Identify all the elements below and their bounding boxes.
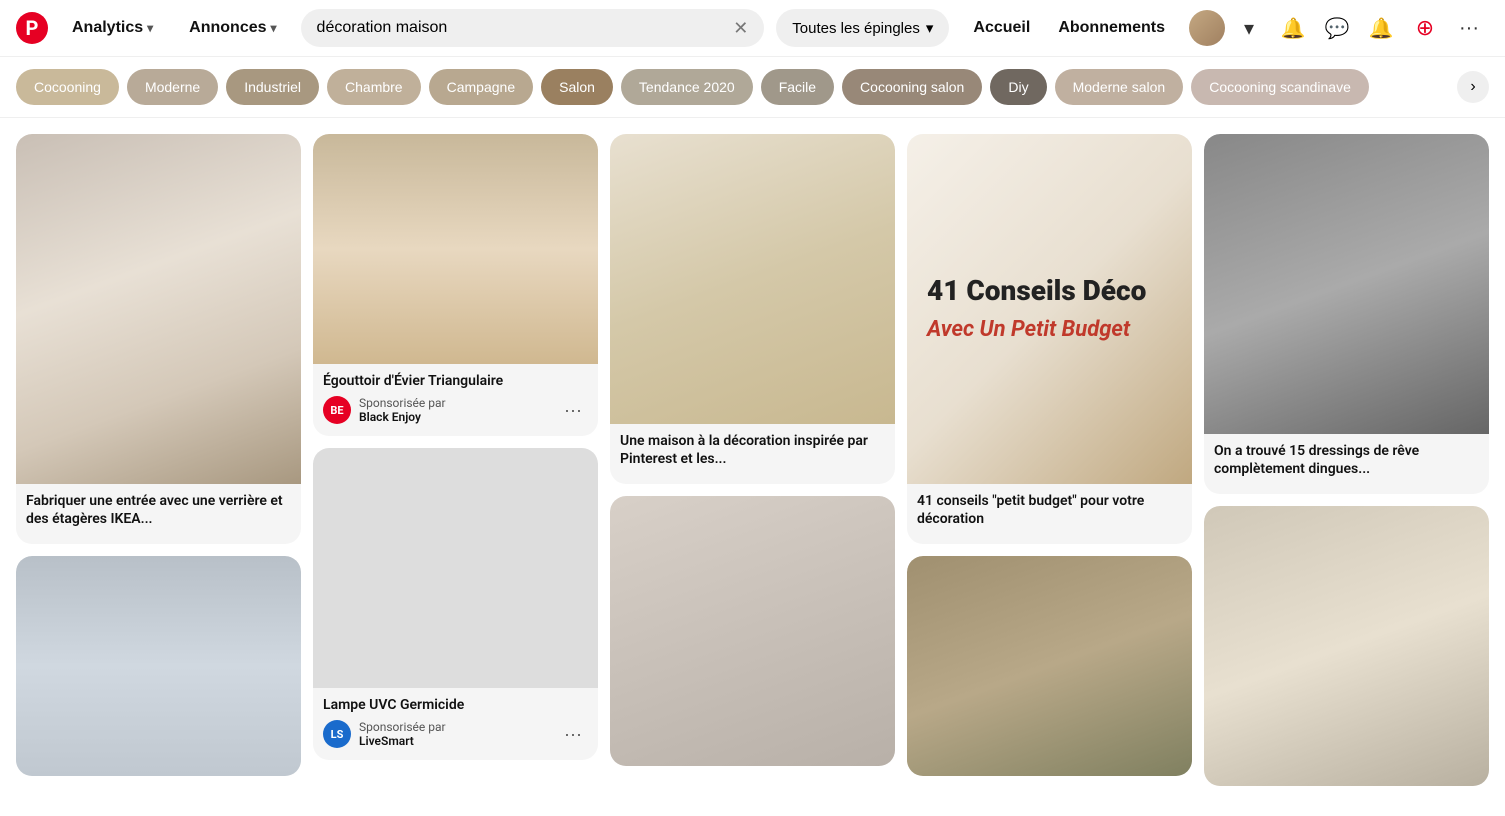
pin-content-dining: Une maison à la décoration inspirée par …: [610, 424, 895, 484]
annonces-chevron-icon: ▾: [271, 21, 277, 35]
pin-sponsor-info-lamp: LS Sponsorisée par LiveSmart: [323, 720, 446, 748]
tag-salon[interactable]: Salon: [541, 69, 613, 105]
tag-tendance2020[interactable]: Tendance 2020: [621, 69, 753, 105]
tags-row: Cocooning Moderne Industriel Chambre Cam…: [0, 57, 1505, 118]
tags-next-button[interactable]: ›: [1457, 71, 1489, 103]
pin-card-bookshelf[interactable]: On a trouvé 15 dressings de rêve complèt…: [1204, 134, 1489, 494]
pin-more-button-sink[interactable]: ···: [558, 398, 588, 423]
pin-title-bookshelf: On a trouvé 15 dressings de rêve complèt…: [1214, 442, 1479, 478]
deco-text-line1: 41 Conseils Déco: [927, 274, 1146, 308]
nav-links: Accueil Abonnements: [961, 11, 1177, 45]
pin-sponsor-name-sink: Black Enjoy: [359, 410, 446, 424]
accueil-link[interactable]: Accueil: [961, 11, 1042, 45]
pin-title-sink: Égouttoir d'Évier Triangulaire: [323, 372, 588, 390]
pin-title-dining: Une maison à la décoration inspirée par …: [620, 432, 885, 468]
pin-sponsor-sink: BE Sponsorisée par Black Enjoy ···: [323, 396, 588, 424]
analytics-label: Analytics: [72, 19, 143, 37]
pin-content-deco-text: 41 conseils "petit budget" pour votre dé…: [907, 484, 1192, 544]
deco-text-line2: Avec Un Petit Budget: [927, 316, 1130, 345]
pin-sponsor-lamp: LS Sponsorisée par LiveSmart ···: [323, 720, 588, 748]
tag-moderne-salon[interactable]: Moderne salon: [1055, 69, 1184, 105]
tag-cocooning-scandinave[interactable]: Cocooning scandinave: [1191, 69, 1369, 105]
dropdown-icon-button[interactable]: ▾: [1229, 8, 1269, 48]
annonces-label: Annonces: [189, 19, 266, 37]
tag-campagne[interactable]: Campagne: [429, 69, 534, 105]
tag-moderne[interactable]: Moderne: [127, 69, 218, 105]
pin-card-desk[interactable]: [1204, 506, 1489, 786]
pin-card-bedroom[interactable]: [610, 496, 895, 766]
pin-more-button-lamp[interactable]: ···: [558, 722, 588, 747]
pin-content-hallway: Fabriquer une entrée avec une verrière e…: [16, 484, 301, 544]
abonnements-link[interactable]: Abonnements: [1046, 11, 1177, 45]
filter-chevron-icon: ▾: [926, 19, 934, 37]
add-icon[interactable]: ⊕: [1405, 8, 1445, 48]
tag-cocooning[interactable]: Cocooning: [16, 69, 119, 105]
pin-sponsored-label-lamp: Sponsorisée par: [359, 720, 446, 734]
filter-label: Toutes les épingles: [792, 20, 920, 37]
notifications-bell-icon[interactable]: 🔔: [1273, 8, 1313, 48]
search-input[interactable]: [317, 19, 726, 37]
pin-title-deco-text: 41 conseils "petit budget" pour votre dé…: [917, 492, 1182, 528]
sponsor-avatar-ls: LS: [323, 720, 351, 748]
filter-button[interactable]: Toutes les épingles ▾: [776, 9, 949, 47]
search-bar: ✕: [301, 9, 765, 47]
pin-sponsor-name-lamp: LiveSmart: [359, 734, 446, 748]
pin-card-hallway[interactable]: Fabriquer une entrée avec une verrière e…: [16, 134, 301, 544]
tag-facile[interactable]: Facile: [761, 69, 834, 105]
analytics-chevron-icon: ▾: [147, 21, 153, 35]
search-clear-button[interactable]: ✕: [733, 19, 748, 37]
pin-content-sink: Égouttoir d'Évier Triangulaire BE Sponso…: [313, 364, 598, 436]
pin-sponsor-info-sink: BE Sponsorisée par Black Enjoy: [323, 396, 446, 424]
more-options-icon[interactable]: ···: [1449, 8, 1489, 48]
tag-cocooning-salon[interactable]: Cocooning salon: [842, 69, 982, 105]
pin-title-lamp: Lampe UVC Germicide: [323, 696, 588, 714]
analytics-button[interactable]: Analytics ▾: [60, 11, 165, 45]
pin-card-deco-text[interactable]: 41 Conseils Déco Avec Un Petit Budget 41…: [907, 134, 1192, 544]
sponsor-avatar-be: BE: [323, 396, 351, 424]
alerts-icon[interactable]: 🔔: [1361, 8, 1401, 48]
annonces-button[interactable]: Annonces ▾: [177, 11, 288, 45]
tag-industriel[interactable]: Industriel: [226, 69, 319, 105]
pin-content-bookshelf: On a trouvé 15 dressings de rêve complèt…: [1204, 434, 1489, 494]
header-icons: ▾ 🔔 💬 🔔 ⊕ ···: [1189, 8, 1489, 48]
messages-icon[interactable]: 💬: [1317, 8, 1357, 48]
pin-card-sink[interactable]: Égouttoir d'Évier Triangulaire BE Sponso…: [313, 134, 598, 436]
header: P Analytics ▾ Annonces ▾ ✕ Toutes les ép…: [0, 0, 1505, 57]
pin-sponsored-label-sink: Sponsorisée par: [359, 396, 446, 410]
tag-chambre[interactable]: Chambre: [327, 69, 421, 105]
avatar[interactable]: [1189, 10, 1225, 46]
pin-card-lamp[interactable]: Lampe UVC Germicide LS Sponsorisée par L…: [313, 448, 598, 760]
pin-card-dining[interactable]: Une maison à la décoration inspirée par …: [610, 134, 895, 484]
pin-card-pallet[interactable]: [907, 556, 1192, 776]
pin-content-lamp: Lampe UVC Germicide LS Sponsorisée par L…: [313, 688, 598, 760]
tag-diy[interactable]: Diy: [990, 69, 1046, 105]
pins-grid: Fabriquer une entrée avec une verrière e…: [0, 118, 1505, 802]
pin-card-laundry[interactable]: [16, 556, 301, 776]
pin-title-hallway: Fabriquer une entrée avec une verrière e…: [26, 492, 291, 528]
pinterest-logo[interactable]: P: [16, 12, 48, 44]
